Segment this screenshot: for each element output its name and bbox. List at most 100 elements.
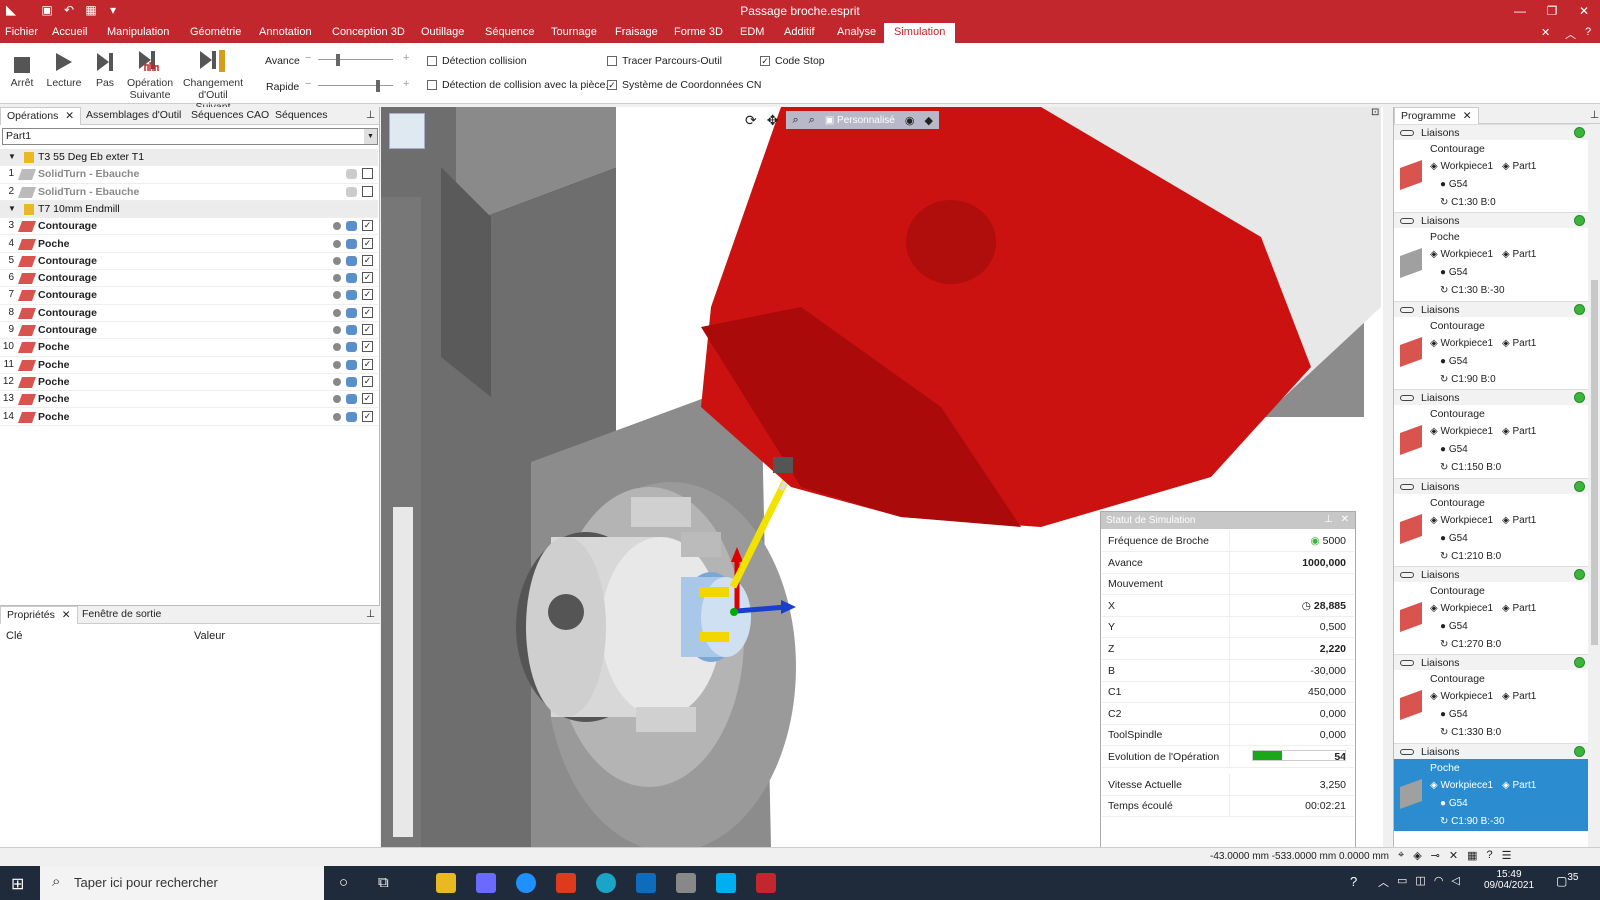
pin-icon[interactable]: ⊥ — [366, 608, 375, 620]
help-icon[interactable]: ? — [1487, 849, 1493, 862]
menu-forme-3d[interactable]: Forme 3D — [674, 26, 723, 38]
help-tray-icon[interactable]: ? — [1350, 874, 1357, 889]
checkbox-box[interactable] — [427, 56, 437, 66]
close-icon[interactable]: ✕ — [1341, 514, 1349, 525]
calculator-icon[interactable] — [676, 873, 696, 893]
code-stop-checkbox[interactable]: ✓ Code Stop — [760, 55, 825, 67]
checkbox-box[interactable]: ✓ — [607, 80, 617, 90]
trace-toolpath-checkbox[interactable]: Tracer Parcours-Outil — [607, 55, 722, 67]
volume-icon[interactable]: ◁ — [1451, 874, 1459, 890]
program-operation-card[interactable]: Poche ◈ Workpiece1 ◈ Part1 ● G54 ↻ C1:90 B:-… — [1394, 758, 1588, 831]
operation-enabled-checkbox[interactable]: ✓ — [362, 358, 373, 370]
operation-enabled-checkbox[interactable]: ✓ — [362, 254, 373, 266]
operation-row[interactable]: 4 Poche ✓ — [0, 236, 378, 253]
skype-icon[interactable] — [716, 873, 736, 893]
operation-row[interactable]: 5 Contourage ✓ — [0, 253, 378, 271]
operation-row[interactable]: 7 Contourage ✓ — [0, 287, 378, 305]
operation-row[interactable]: 3 Contourage ✓ — [0, 218, 378, 236]
measure-icon[interactable]: ⊸ — [1431, 849, 1440, 862]
tab-sequences[interactable]: Séquences — [275, 109, 328, 121]
rapid-minus-icon[interactable]: − — [305, 78, 311, 90]
store-icon[interactable] — [476, 873, 496, 893]
operation-row[interactable]: 14 Poche ✓ — [0, 409, 378, 426]
menu-tournage[interactable]: Tournage — [551, 26, 597, 38]
tab-properties[interactable]: Propriétés ✕ — [0, 606, 78, 624]
operation-enabled-checkbox[interactable] — [362, 168, 373, 180]
menu-analyse[interactable]: Analyse — [837, 26, 876, 38]
program-operation-card[interactable]: Contourage ◈ Workpiece1 ◈ Part1 ● G54 ↻ C1:9… — [1394, 317, 1588, 389]
menu-simulation[interactable]: Simulation — [884, 23, 956, 43]
program-operation-card[interactable]: Contourage ◈ Workpiece1 ◈ Part1 ● G54 ↻ C1:2… — [1394, 582, 1588, 654]
tab-programme[interactable]: Programme ✕ — [1394, 107, 1479, 125]
operation-enabled-checkbox[interactable]: ✓ — [362, 341, 373, 353]
ribbon-collapse-icon[interactable]: ︿ — [1565, 26, 1576, 42]
tool-group-row[interactable]: ▼ T3 55 Deg Eb exter T1 — [0, 149, 378, 167]
feed-slider-thumb[interactable] — [336, 54, 340, 66]
operation-enabled-checkbox[interactable]: ✓ — [362, 324, 373, 335]
step-button[interactable]: Pas — [94, 49, 116, 89]
liaison-row[interactable]: Liaisons — [1394, 124, 1588, 140]
pin-icon[interactable]: ⊥ — [366, 109, 375, 121]
program-operation-card[interactable]: Contourage ◈ Workpiece1 ◈ Part1 ● G54 ↻ C1:2… — [1394, 494, 1588, 566]
office-icon[interactable] — [556, 873, 576, 893]
windows-start-icon[interactable]: ⊞ — [11, 874, 24, 894]
zoom-window-icon[interactable]: ⌕ — [809, 114, 815, 127]
operation-row[interactable]: 8 Contourage ✓ — [0, 305, 378, 322]
close-icon[interactable]: ✕ — [65, 110, 74, 122]
menu-additif[interactable]: Additif — [784, 26, 815, 38]
eye-icon[interactable]: ◉ — [905, 114, 915, 127]
operation-enabled-checkbox[interactable]: ✓ — [362, 410, 373, 422]
cancel-icon[interactable]: ✕ — [1449, 849, 1458, 862]
operation-row[interactable]: 1 SolidTurn - Ebauche — [0, 166, 378, 184]
next-tool-change-button[interactable]: Changement d'Outil Suivant — [180, 49, 246, 113]
snap-icon[interactable]: ⌖ — [1398, 849, 1404, 862]
list-icon[interactable]: ☰ — [1502, 849, 1512, 862]
chevron-down-icon[interactable]: ▼ — [364, 129, 377, 144]
teams-icon[interactable] — [516, 873, 536, 893]
maximize-viewport-icon[interactable]: ⊡ — [1371, 107, 1379, 118]
render-icon[interactable]: ◆ — [924, 114, 932, 127]
operation-row[interactable]: 11 Poche ✓ — [0, 357, 378, 374]
grid-icon[interactable]: ▦ — [1467, 849, 1477, 862]
part-selector[interactable]: Part1 ▼ — [2, 128, 378, 145]
collision-part-checkbox[interactable]: Détection de collision avec la pièce. — [427, 79, 608, 91]
rapid-slider-thumb[interactable] — [376, 80, 380, 92]
operation-row[interactable]: 9 Contourage ✓ — [0, 322, 378, 340]
outlook-icon[interactable] — [636, 873, 656, 893]
tool-group-row[interactable]: ▼ T7 10mm Endmill — [0, 200, 378, 219]
tab-output-window[interactable]: Fenêtre de sortie — [82, 608, 161, 620]
chevron-down-icon[interactable]: ▼ — [8, 152, 16, 161]
tab-operations[interactable]: Opérations ✕ — [0, 107, 82, 125]
network-icon[interactable]: ◫ — [1415, 874, 1425, 890]
operation-enabled-checkbox[interactable]: ✓ — [362, 237, 373, 249]
operation-row[interactable]: 6 Contourage ✓ — [0, 270, 378, 288]
rotate-icon[interactable]: ⟳ — [745, 112, 757, 129]
operation-enabled-checkbox[interactable]: ✓ — [362, 220, 373, 232]
liaison-row[interactable]: Liaisons — [1394, 389, 1588, 406]
checkbox-box[interactable] — [427, 80, 437, 90]
operation-enabled-checkbox[interactable]: ✓ — [362, 375, 373, 387]
liaison-row[interactable]: Liaisons — [1394, 654, 1588, 671]
operation-enabled-checkbox[interactable]: ✓ — [362, 272, 373, 284]
notification-icon[interactable]: ▢35 — [1556, 872, 1578, 888]
operation-row[interactable]: 10 Poche ✓ — [0, 339, 378, 357]
task-view-icon[interactable]: ⧉ — [378, 874, 389, 891]
menu-edm[interactable]: EDM — [740, 26, 764, 38]
menu-sequence[interactable]: Séquence — [485, 26, 535, 38]
liaison-row[interactable]: Liaisons — [1394, 300, 1588, 317]
menu-fraisage[interactable]: Fraisage — [615, 26, 658, 38]
tab-tool-assemblies[interactable]: Assemblages d'Outil — [86, 109, 181, 121]
view-mode-dropdown[interactable]: ▣ Personnalisé — [825, 115, 895, 126]
scrollbar-thumb[interactable] — [1591, 280, 1598, 645]
file-explorer-icon[interactable] — [436, 873, 456, 893]
program-operation-card[interactable]: Poche ◈ Workpiece1 ◈ Part1 ● G54 ↻ C1:30 B:-… — [1394, 228, 1588, 300]
feed-slider[interactable] — [318, 54, 393, 66]
layers-icon[interactable]: ◈ — [1413, 849, 1421, 862]
liaison-row[interactable]: Liaisons — [1394, 742, 1588, 759]
menu-fichier[interactable]: Fichier — [5, 26, 38, 38]
edge-icon[interactable] — [596, 873, 616, 893]
operation-enabled-checkbox[interactable]: ✓ — [362, 306, 373, 318]
operation-row[interactable]: 13 Poche ✓ — [0, 391, 378, 409]
menu-manipulation[interactable]: Manipulation — [107, 26, 169, 38]
program-operation-card[interactable]: Contourage ◈ Workpiece1 ◈ Part1 ● G54 ↻ C1:1… — [1394, 405, 1588, 477]
